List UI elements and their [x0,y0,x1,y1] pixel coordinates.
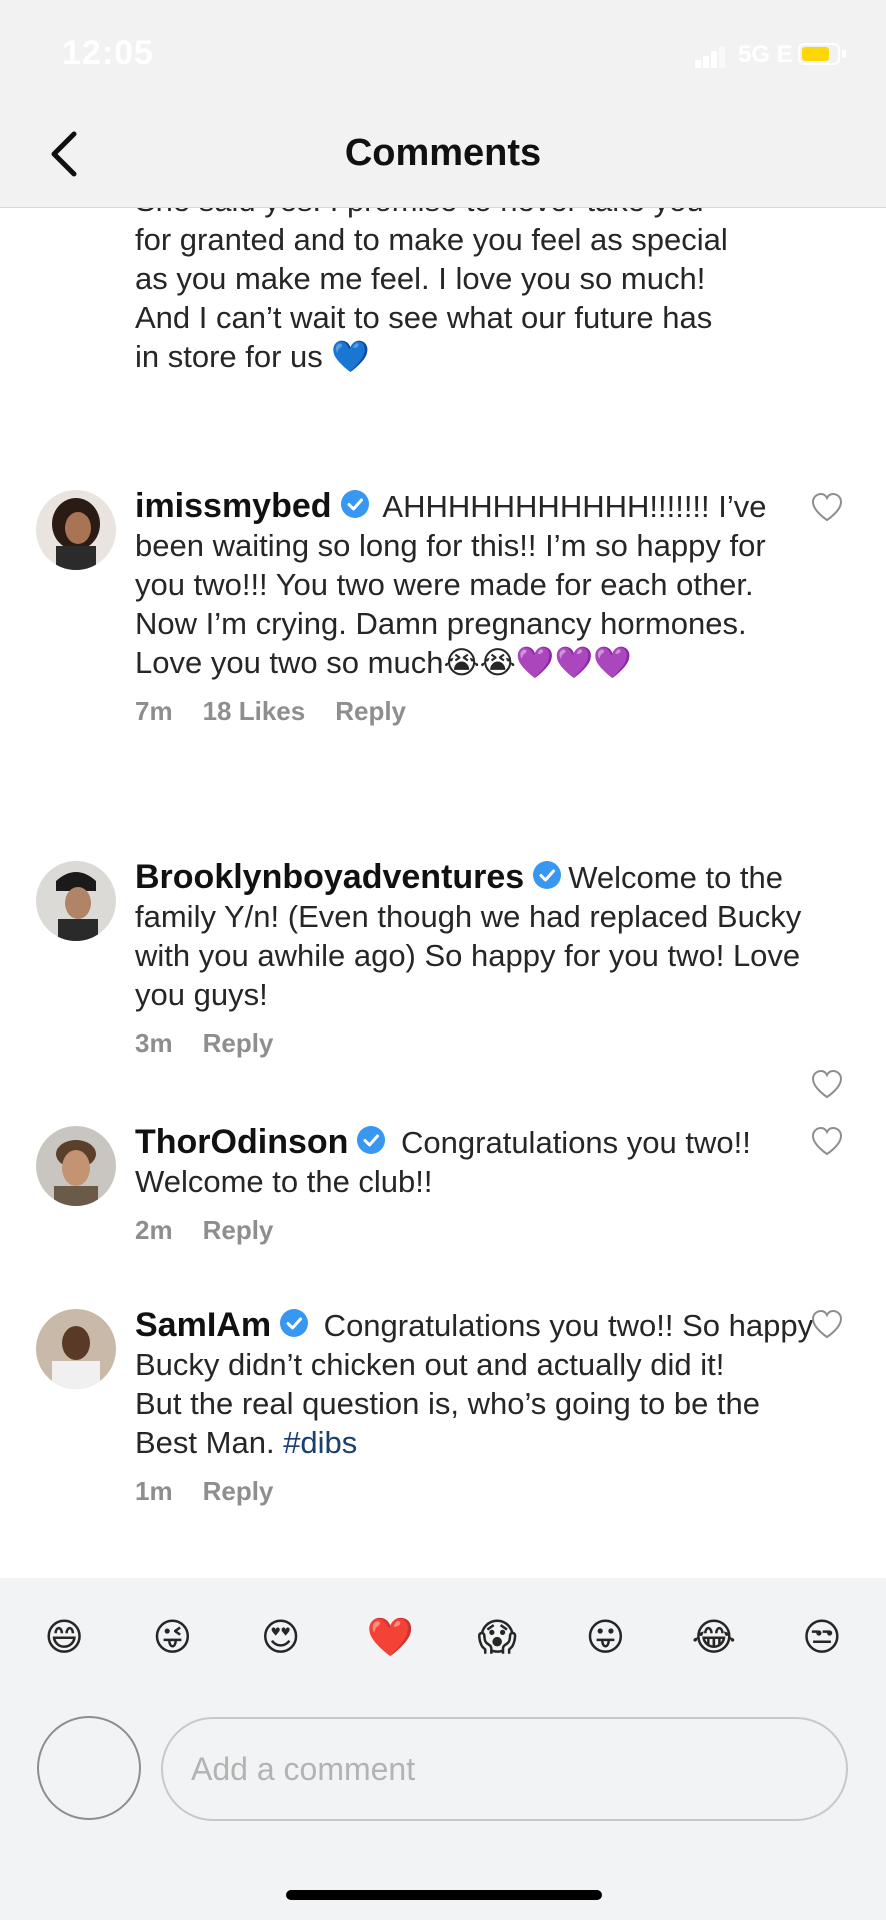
comment-time: 3m [135,1028,173,1058]
comment-body: SamIAm Congratulations you two!! So happ… [135,1306,815,1511]
heart-icon[interactable] [810,1068,844,1100]
comment-list[interactable]: She said yes! I promise to never take yo… [0,208,886,1578]
verified-badge-icon [280,1309,309,1337]
home-indicator [286,1890,602,1900]
comment-username[interactable]: Brooklynboyadventures [135,858,524,896]
emoji-screaming-button[interactable]: 😱 [475,1616,519,1660]
battery-tip [842,50,846,58]
heart-icon[interactable] [810,1125,844,1157]
comment-meta: 2m Reply [135,1211,815,1250]
heart-icon[interactable] [810,1308,844,1340]
avatar[interactable] [36,1309,116,1389]
avatar[interactable] [36,861,116,941]
comment-meta: 1m Reply [135,1472,815,1511]
emoji-unamused-button[interactable]: 😒 [800,1616,844,1660]
post-caption: She said yes! I promise to never take yo… [135,208,728,374]
reply-button[interactable]: Reply [203,1028,274,1058]
network-label: 5G E [738,41,793,68]
status-bar: 12:05 5G E [0,0,886,100]
current-user-avatar [37,1716,141,1820]
comment-username[interactable]: imissmybed [135,487,332,525]
comment-time: 7m [135,696,173,726]
emoji-red-heart-button[interactable]: ❤️ [367,1616,414,1660]
emoji-tongue-button[interactable]: 😛 [583,1616,627,1660]
status-time: 12:05 [62,34,154,72]
hashtag-link[interactable]: #dibs [283,1425,357,1460]
comment-input[interactable] [161,1717,848,1821]
header: Comments [0,100,886,208]
emoji-tears-of-joy-button[interactable]: 😂 [692,1616,736,1660]
comment-text-continued: But the real question is, who’s going to… [135,1386,761,1460]
heart-icon[interactable] [810,491,844,523]
comment-meta: 7m 18 Likes Reply [135,692,815,731]
avatar[interactable] [36,1126,116,1206]
emoji-winking-tongue-button[interactable]: 😜 [150,1616,194,1660]
comment-body: imissmybed AHHHHHHHHHHH!!!!!!! I’ve been… [135,487,815,731]
comment-time: 1m [135,1476,173,1506]
avatar[interactable] [36,490,116,570]
verified-badge-icon [357,1126,386,1154]
verified-badge-icon [533,861,562,889]
signal-icon [695,46,725,68]
comment-time: 2m [135,1215,173,1245]
emoji-heart-eyes-button[interactable]: 😍 [259,1616,303,1660]
reply-button[interactable]: Reply [203,1476,274,1506]
comment-username[interactable]: SamIAm [135,1306,271,1344]
comment-body: ThorOdinson Congratulations you two!! We… [135,1123,815,1250]
comment-body: Brooklynboyadventures Welcome to the fami… [135,858,815,1063]
comment-meta: 3m Reply [135,1024,815,1063]
verified-badge-icon [340,490,369,518]
comment-likes[interactable]: 18 Likes [203,696,306,726]
page-title: Comments [344,132,542,174]
emoji-grinning-button[interactable]: 😄 [42,1616,86,1660]
emoji-quick-bar: 😄 😜 😍 ❤️ 😱 😛 😂 😒 [0,1578,886,1698]
reply-button[interactable]: Reply [335,696,406,726]
reply-button[interactable]: Reply [203,1215,274,1245]
comment-username[interactable]: ThorOdinson [135,1123,348,1161]
battery-icon [798,43,840,65]
comment-composer [0,1698,886,1920]
